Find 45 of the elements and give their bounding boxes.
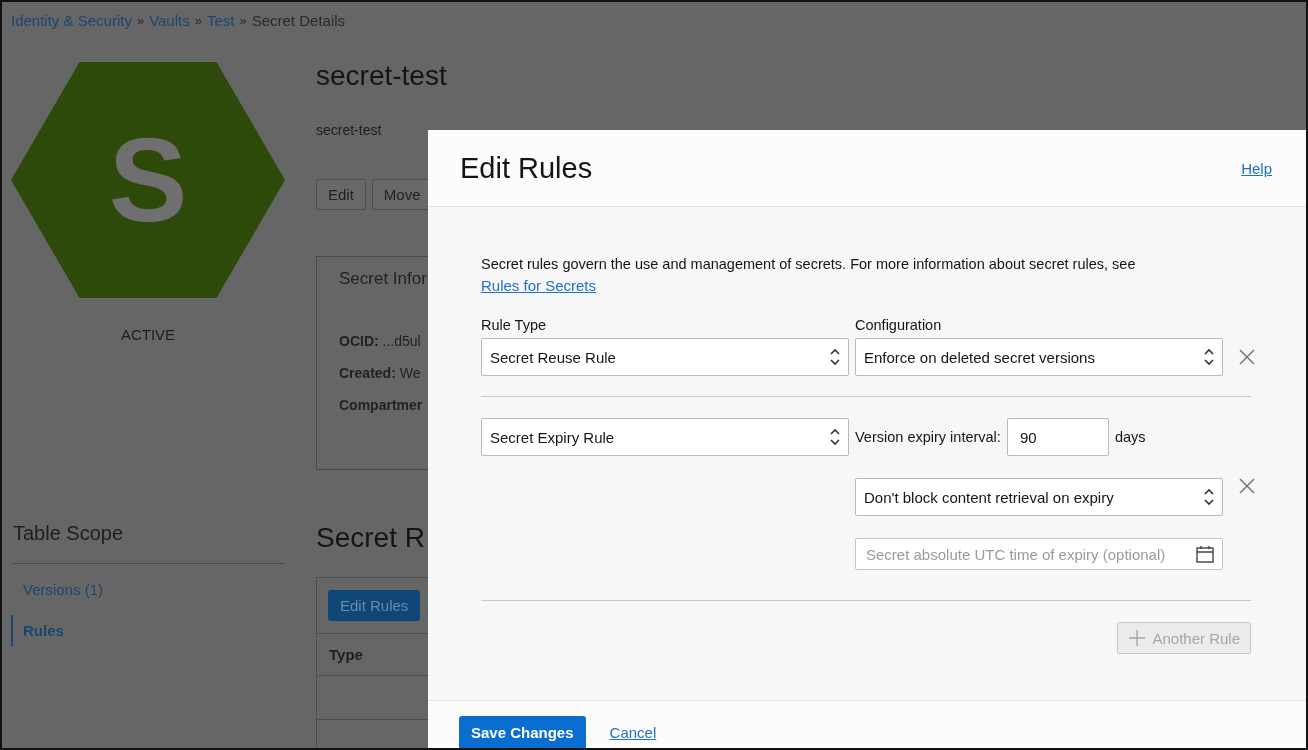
section-title: Table Scope <box>13 522 285 564</box>
date-field[interactable]: Secret absolute UTC time of expiry (optional) <box>855 538 1223 570</box>
help-link[interactable]: Help <box>1241 159 1272 177</box>
field-label: Version expiry interval: <box>855 429 1001 445</box>
configuration-select[interactable]: Enforce on deleted secret versions <box>855 338 1223 376</box>
scope-link[interactable]: Rules <box>11 615 285 646</box>
page-subtitle: secret-test <box>316 122 383 138</box>
action-button[interactable]: Edit <box>316 179 366 210</box>
page-title: secret-test <box>316 60 448 92</box>
breadcrumb-link[interactable]: Identity & Security <box>11 11 132 29</box>
info-field: Created: We <box>339 365 421 381</box>
description-text: Secret rules govern the use and management of secrets. For more information about secret rules, see Rules for Secrets <box>481 255 1137 296</box>
edit-rules-button[interactable]: Edit Rules <box>328 590 421 621</box>
interval-field[interactable]: 90 <box>1006 418 1109 456</box>
scope-link[interactable]: Versions (1) <box>11 574 285 605</box>
breadcrumb-separator: » <box>239 12 247 28</box>
section-title: Secret R <box>316 522 426 554</box>
rules-link[interactable]: Rules for Secrets <box>481 277 597 294</box>
rule-type-select[interactable]: Secret Reuse Rule <box>481 338 849 376</box>
close-icon[interactable] <box>1239 349 1255 365</box>
configuration-select[interactable]: Don't block content retrieval on expiry <box>855 478 1223 516</box>
unit-label: days <box>1114 429 1146 445</box>
up-down-caret-icon <box>830 428 840 446</box>
up-down-caret-icon <box>1204 348 1214 366</box>
breadcrumb-separator: » <box>194 12 202 28</box>
rule-type-select[interactable]: Secret Expiry Rule <box>481 418 849 456</box>
close-icon[interactable] <box>1239 478 1255 494</box>
save-button[interactable]: Save Changes <box>459 716 586 748</box>
breadcrumb-link[interactable]: Test <box>206 11 235 29</box>
up-down-caret-icon <box>830 348 840 366</box>
breadcrumb-current: Secret Details <box>251 11 346 29</box>
status-label: ACTIVE <box>119 326 177 343</box>
column-label: Rule Type <box>481 317 548 333</box>
info-field: Compartmer <box>339 397 423 413</box>
breadcrumb-link[interactable]: Vaults <box>149 11 190 29</box>
panel-title: Secret Infor <box>339 269 427 289</box>
breadcrumb-separator: » <box>136 12 145 28</box>
avatar-letter: S <box>108 121 188 239</box>
plus-icon <box>1128 629 1147 647</box>
info-field: OCID: ...d5ul <box>339 333 421 349</box>
up-down-caret-icon <box>1204 488 1214 506</box>
column-label: Configuration <box>855 317 943 333</box>
cancel-link[interactable]: Cancel <box>609 724 657 741</box>
dialog-title: Edit Rules <box>460 151 593 185</box>
calendar-icon <box>1196 545 1214 563</box>
